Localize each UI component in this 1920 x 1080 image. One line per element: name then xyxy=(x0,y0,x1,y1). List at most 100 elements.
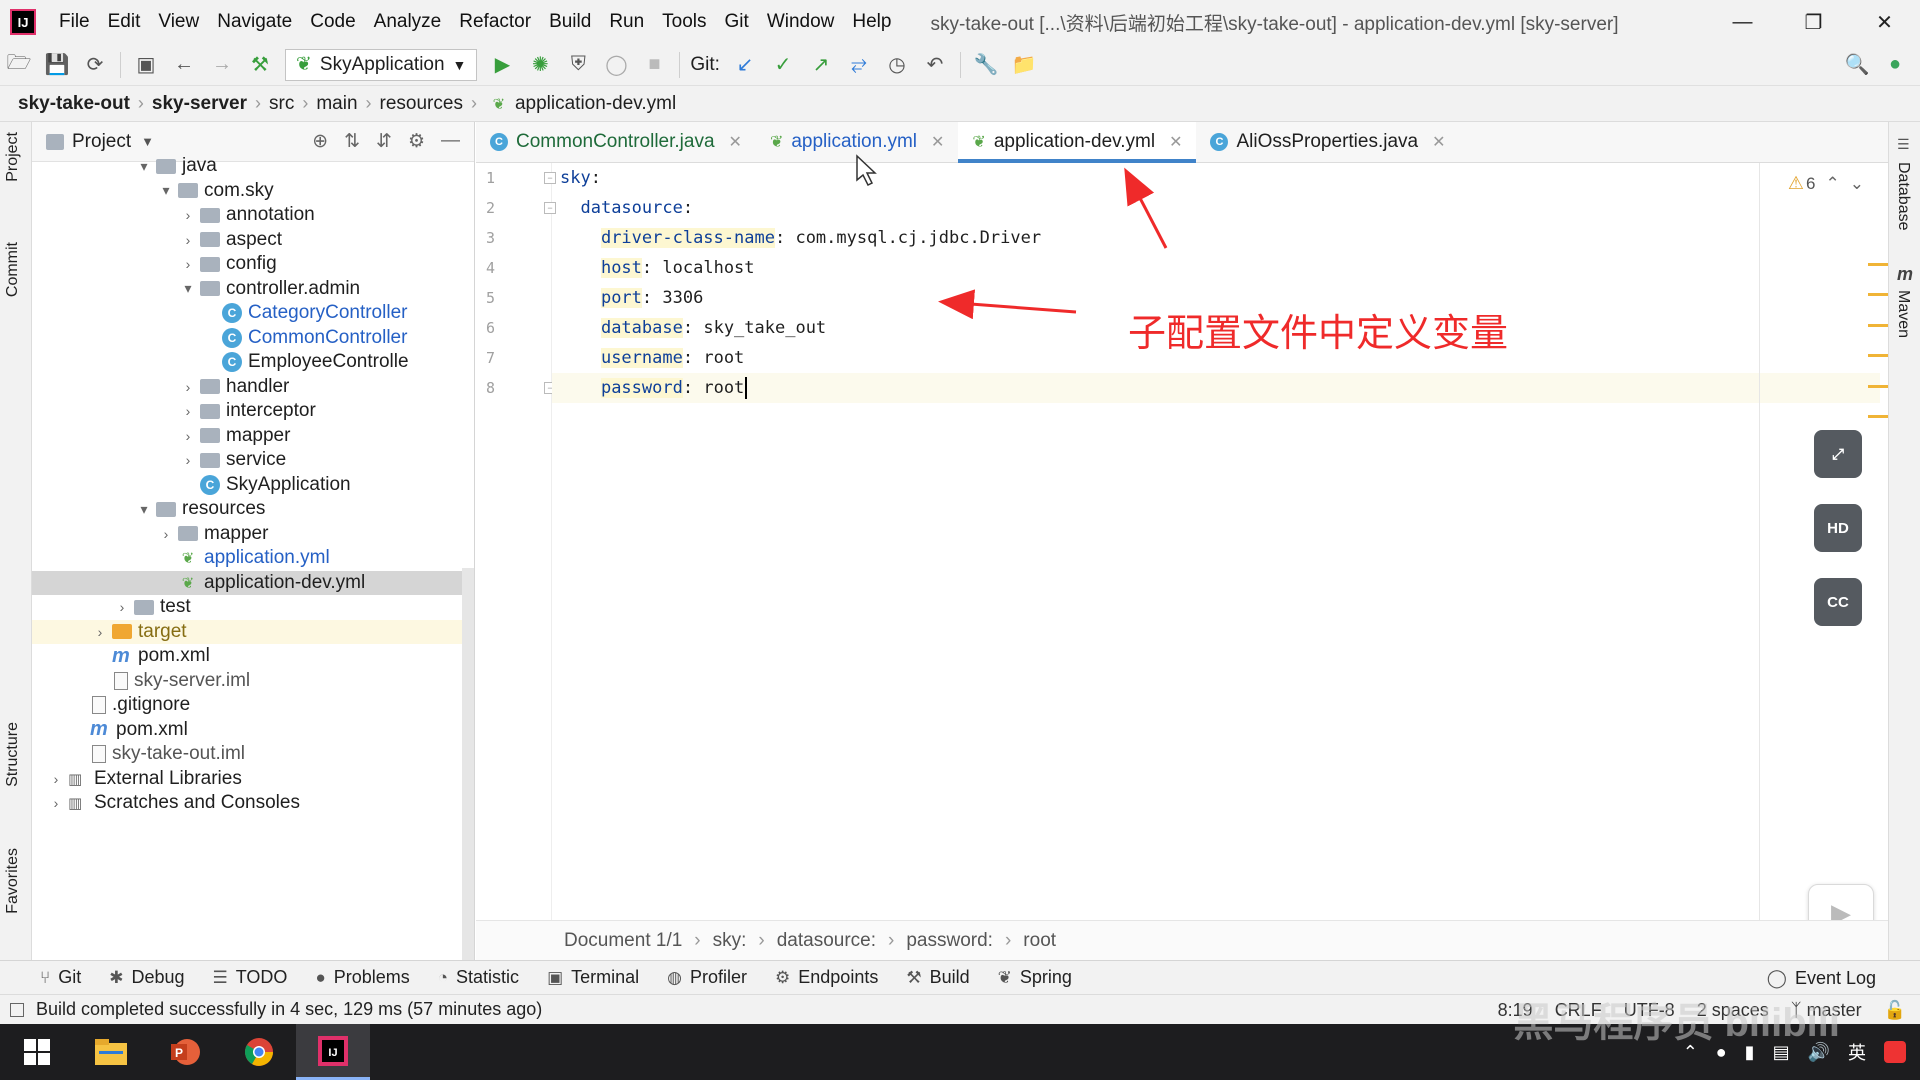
scroll-marker[interactable] xyxy=(1868,324,1888,327)
code-line[interactable]: database: sky_take_out xyxy=(560,313,826,343)
scroll-marker[interactable] xyxy=(1868,385,1888,388)
tool-tab-structure[interactable]: Structure xyxy=(4,722,22,787)
breadcrumb-module[interactable]: sky-server xyxy=(152,93,247,115)
closed-caption-button[interactable]: CC xyxy=(1814,578,1862,626)
tree-item[interactable]: › annotation xyxy=(32,203,474,228)
search-icon[interactable]: 🔍 xyxy=(1841,49,1873,81)
inspection-widget[interactable]: ⚠ 6 ⌃ ⌄ xyxy=(1788,173,1864,194)
scroll-marker[interactable] xyxy=(1868,354,1888,357)
chevron-right-icon[interactable]: › xyxy=(180,232,196,248)
menu-edit[interactable]: Edit xyxy=(99,11,150,33)
tree-item[interactable]: ❦ application-dev.yml xyxy=(32,570,474,595)
tree-item[interactable]: › aspect xyxy=(32,228,474,253)
chrome-icon[interactable] xyxy=(222,1024,296,1080)
editor-tab[interactable]: C AliOssProperties.java ✕ xyxy=(1196,122,1459,162)
save-all-icon[interactable]: 💾 xyxy=(41,49,73,81)
tree-item[interactable]: › handler xyxy=(32,375,474,400)
tree-item[interactable]: › mapper xyxy=(32,424,474,449)
tool-tab-todo[interactable]: ☰ TODO xyxy=(213,967,288,988)
event-log-tab[interactable]: ◯ Event Log xyxy=(1767,961,1876,995)
tool-tab-project[interactable]: Project xyxy=(4,132,22,182)
intellij-taskbar-icon[interactable]: IJ xyxy=(296,1024,370,1080)
tool-tab-favorites[interactable]: Favorites xyxy=(4,848,22,914)
close-tab-icon[interactable]: ✕ xyxy=(931,132,944,152)
tray-volume-icon[interactable]: 🔊 xyxy=(1808,1042,1830,1063)
scroll-marker[interactable] xyxy=(1868,263,1888,266)
tree-item[interactable]: ▾ java xyxy=(32,154,474,179)
tree-item[interactable]: m pom.xml xyxy=(32,718,474,743)
scroll-marker[interactable] xyxy=(1868,293,1888,296)
chevron-down-icon[interactable]: ▾ xyxy=(158,182,174,199)
tray-network-icon[interactable]: ▤ xyxy=(1773,1042,1790,1063)
lock-icon[interactable]: 🔓 xyxy=(1884,1000,1906,1021)
tray-chevron-up-icon[interactable]: ⌃ xyxy=(1683,1042,1698,1063)
jetbrains-ide-icon[interactable]: ● xyxy=(1879,49,1911,81)
menu-view[interactable]: View xyxy=(149,11,208,33)
close-tab-icon[interactable]: ✕ xyxy=(1169,132,1182,152)
breadcrumb-src[interactable]: src xyxy=(269,93,294,115)
settings-wrench-icon[interactable]: 🔧 xyxy=(970,49,1002,81)
intellij-logo-icon[interactable]: IJ xyxy=(10,9,36,35)
chevron-right-icon[interactable]: › xyxy=(48,795,64,811)
status-message[interactable]: Build completed successfully in 4 sec, 1… xyxy=(36,999,542,1020)
editor-crumb-value[interactable]: root xyxy=(1023,930,1056,952)
git-commit-icon[interactable]: ✓ xyxy=(767,49,799,81)
tray-microphone-icon[interactable]: ● xyxy=(1716,1042,1727,1063)
tree-item[interactable]: ▾ controller.admin xyxy=(32,277,474,302)
previous-highlight-icon[interactable]: ⌃ xyxy=(1826,174,1840,194)
tree-item[interactable]: sky-take-out.iml xyxy=(32,742,474,767)
code-line[interactable]: username: root xyxy=(560,343,744,373)
windows-start-icon[interactable] xyxy=(0,1024,74,1080)
editor-tab[interactable]: ❦ application-dev.yml ✕ xyxy=(958,122,1197,163)
run-icon[interactable]: ▶ xyxy=(486,49,518,81)
git-rollback-icon[interactable]: ↶ xyxy=(919,49,951,81)
git-update-icon[interactable]: ↙ xyxy=(729,49,761,81)
coverage-icon[interactable]: ⛨ xyxy=(562,49,594,81)
file-explorer-icon[interactable] xyxy=(74,1024,148,1080)
menu-build[interactable]: Build xyxy=(540,11,600,33)
tool-tab-git[interactable]: ⑂ Git xyxy=(40,967,81,988)
git-merge-icon[interactable]: ⥂ xyxy=(843,49,875,81)
code-line[interactable]: port: 3306 xyxy=(560,283,703,313)
git-branch[interactable]: ᛉ master xyxy=(1791,1000,1862,1021)
caret-position[interactable]: 8:19 xyxy=(1498,1000,1533,1021)
chevron-right-icon[interactable]: › xyxy=(48,771,64,787)
fold-marker-icon[interactable]: − xyxy=(544,172,556,184)
code-line[interactable]: sky: xyxy=(560,163,601,193)
tree-item[interactable]: C CommonController xyxy=(32,326,474,351)
tool-tab-profiler[interactable]: ◍ Profiler xyxy=(667,967,747,988)
menu-git[interactable]: Git xyxy=(716,11,758,33)
chevron-down-icon[interactable]: ▼ xyxy=(141,134,154,149)
minimize-button[interactable]: — xyxy=(1707,0,1778,44)
editor-tab[interactable]: ❦ application.yml ✕ xyxy=(756,122,958,162)
chevron-right-icon[interactable]: › xyxy=(180,207,196,223)
code-line[interactable]: datasource: xyxy=(560,193,693,223)
git-history-clock-icon[interactable]: ◷ xyxy=(881,49,913,81)
tray-battery-icon[interactable]: ▮ xyxy=(1745,1042,1755,1063)
tool-tab-database[interactable]: Database xyxy=(1894,162,1912,231)
chevron-right-icon[interactable]: › xyxy=(158,526,174,542)
build-hammer-icon[interactable]: ⚒ xyxy=(244,49,276,81)
editor-crumb-sky[interactable]: sky: xyxy=(713,930,747,952)
locate-target-icon[interactable]: ⊕ xyxy=(312,130,328,153)
hd-quality-button[interactable]: HD xyxy=(1814,504,1862,552)
hide-minus-icon[interactable]: — xyxy=(441,130,460,153)
editor-tab[interactable]: C CommonController.java ✕ xyxy=(476,122,756,162)
tree-item[interactable]: C SkyApplication xyxy=(32,473,474,498)
code-editor[interactable]: 1−2−3 4 5 6 7 8− sky: datasource: driver-clas… xyxy=(476,163,1888,920)
chevron-right-icon[interactable]: › xyxy=(180,403,196,419)
menu-navigate[interactable]: Navigate xyxy=(208,11,301,33)
profile-icon[interactable]: ◯ xyxy=(600,49,632,81)
tool-tab-statistic[interactable]: ◔ Statistic xyxy=(438,967,519,988)
project-panel-title[interactable]: Project xyxy=(72,131,131,153)
scroll-marker[interactable] xyxy=(1868,415,1888,418)
tree-item[interactable]: › ▥ Scratches and Consoles xyxy=(32,791,474,816)
tree-scrollbar[interactable] xyxy=(462,568,474,960)
breadcrumb-main[interactable]: main xyxy=(316,93,357,115)
menu-window[interactable]: Window xyxy=(758,11,844,33)
code-line[interactable]: password: root xyxy=(552,373,1880,403)
gear-icon[interactable]: ⚙ xyxy=(408,130,425,153)
editor-crumb-document[interactable]: Document 1/1 xyxy=(564,930,682,952)
menu-help[interactable]: Help xyxy=(843,11,900,33)
tool-tab-commit[interactable]: Commit xyxy=(4,242,22,297)
